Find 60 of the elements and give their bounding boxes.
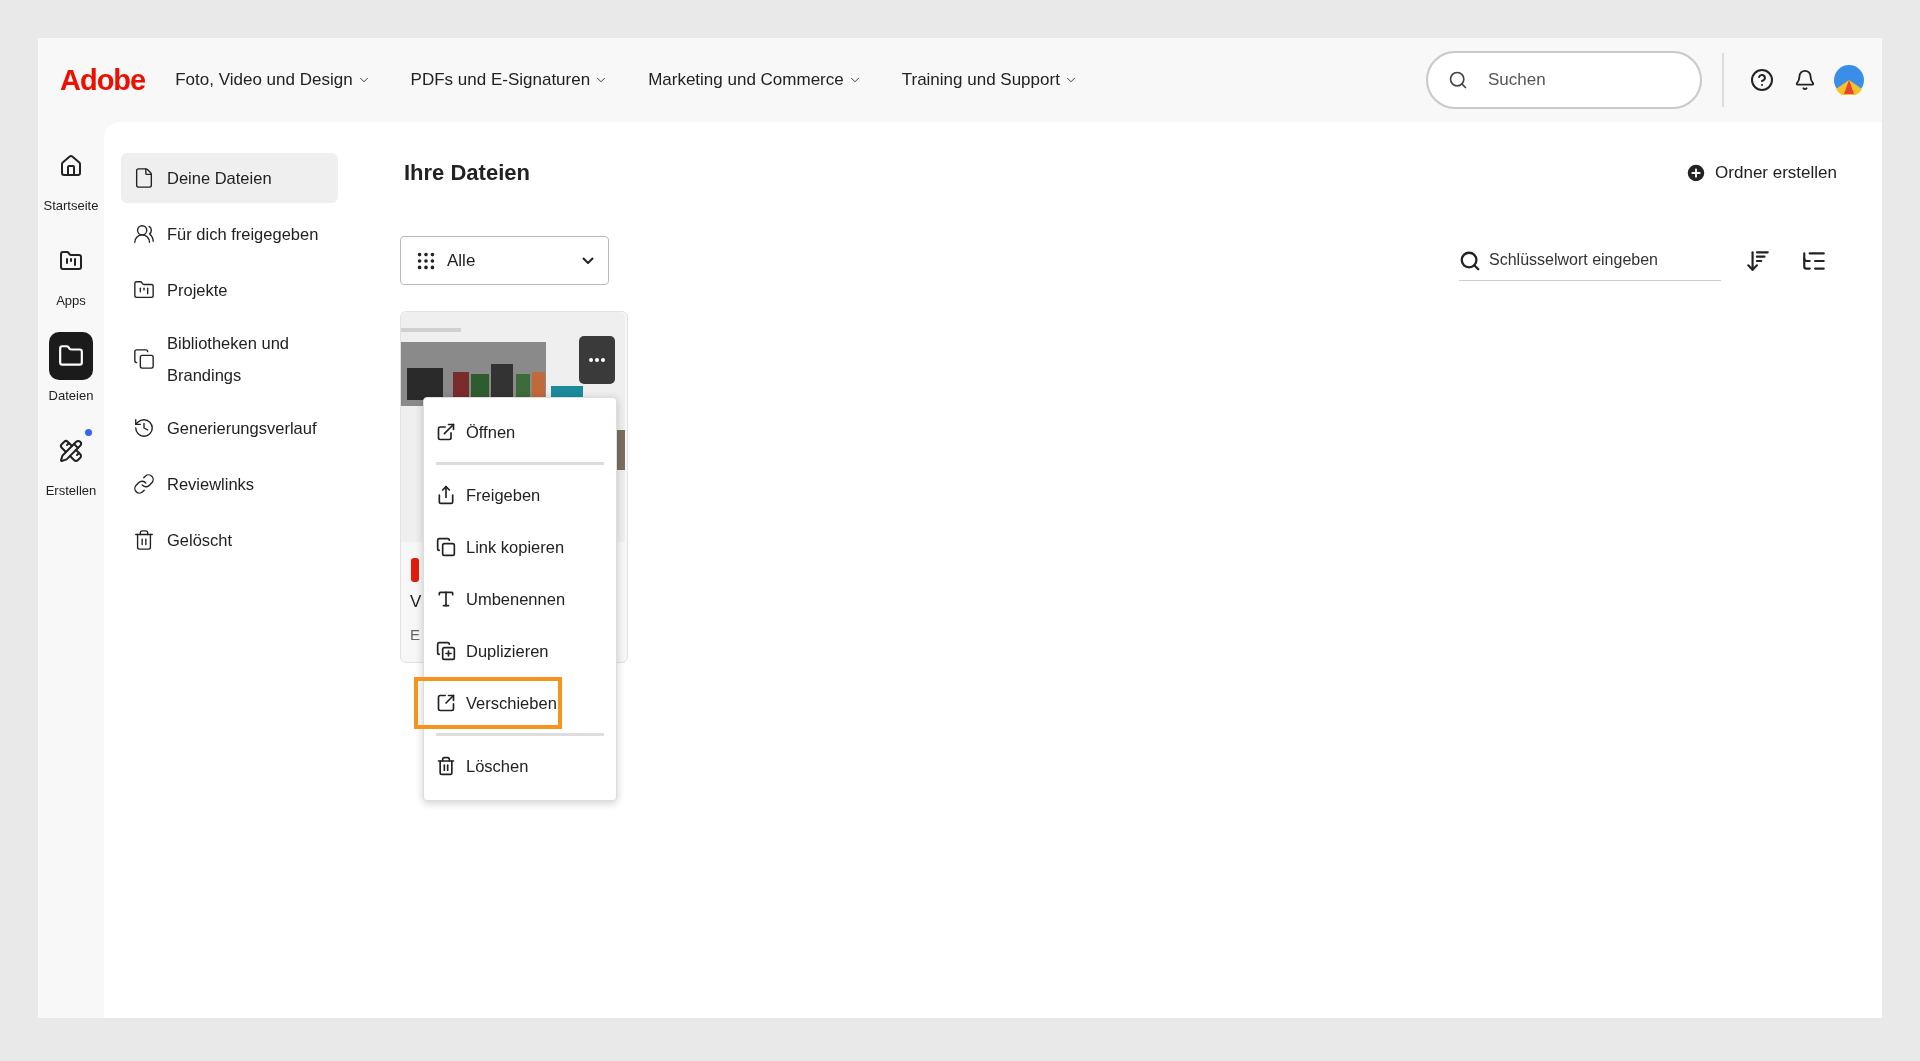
sidebar-label: Deine Dateien (167, 168, 273, 189)
file-icon (133, 167, 155, 189)
rail-item[interactable]: Erstellen (45, 427, 97, 498)
sidebar-item[interactable]: Bibliotheken und Brandings (121, 321, 338, 397)
history-icon (133, 417, 155, 439)
sidebar-item[interactable]: Deine Dateien (121, 153, 338, 203)
move-icon (436, 693, 456, 713)
search-field[interactable]: Suchen (1426, 51, 1702, 109)
sidebar-item[interactable]: Reviewlinks (121, 459, 338, 509)
adobe-logo[interactable]: Adobe (60, 63, 146, 97)
menu-item[interactable]: Verschieben (414, 677, 562, 729)
link-icon (133, 473, 155, 495)
sidebar-item[interactable]: Generierungsverlauf (121, 403, 338, 453)
page-title: Ihre Dateien (404, 160, 530, 186)
filter-dropdown[interactable]: Alle (400, 236, 609, 285)
share-icon (436, 485, 456, 505)
menu-item[interactable]: Löschen (424, 740, 616, 792)
sidebar-label: Generierungsverlauf (167, 418, 318, 439)
file-name: V (410, 592, 422, 612)
sidebar-label: Projekte (167, 280, 229, 301)
nav-menu[interactable]: PDFs und E-Signaturen (410, 70, 609, 90)
keyword-search-field[interactable]: Schlüsselwort eingeben (1459, 240, 1721, 281)
sidebar-label: Für dich freigegeben (167, 224, 320, 245)
people-icon (133, 223, 155, 245)
more-button[interactable] (579, 336, 615, 384)
ellipsis-icon (589, 358, 605, 362)
plus-icon (1685, 162, 1708, 184)
sidebar-label: Bibliotheken und Brandings (167, 333, 290, 386)
sidebar-label: Gelöscht (167, 530, 234, 551)
nav-menu[interactable]: Foto, Video und Design (175, 70, 371, 90)
create-folder-button[interactable]: Ordner erstellen (1685, 162, 1837, 184)
menu-item[interactable]: Umbenennen (424, 573, 616, 625)
file-type-badge (411, 558, 419, 582)
chevron-down-icon (582, 257, 594, 264)
search-icon (1459, 249, 1481, 272)
sidebar-item[interactable]: Gelöscht (121, 515, 338, 565)
open-icon (436, 422, 456, 442)
rail-item[interactable]: Startseite (43, 142, 99, 213)
text-icon (436, 589, 456, 609)
copy-icon (436, 537, 456, 557)
menu-item[interactable]: Freigeben (424, 469, 616, 521)
copy-icon (133, 348, 155, 370)
trash-icon (133, 529, 155, 551)
sidebar-item[interactable]: Für dich freigegeben (121, 209, 338, 259)
file-meta: E (410, 626, 420, 643)
folder-icon (49, 332, 93, 380)
menu-item[interactable]: Duplizieren (424, 625, 616, 677)
avatar[interactable] (1834, 65, 1864, 95)
search-icon (1448, 70, 1468, 90)
rail-item[interactable]: Dateien (48, 332, 94, 403)
trash-icon (436, 756, 456, 776)
rail-item[interactable]: Apps (49, 237, 93, 308)
project-icon (133, 279, 155, 301)
menu-item[interactable]: Öffnen (424, 406, 616, 458)
duplicate-icon (436, 641, 456, 661)
sidebar-label: Reviewlinks (167, 474, 256, 495)
nav-menu[interactable]: Training und Support (901, 70, 1078, 90)
sidebar-item[interactable]: Projekte (121, 265, 338, 315)
nav-menu[interactable]: Marketing und Commerce (648, 70, 862, 90)
menu-item[interactable]: Link kopieren (424, 521, 616, 573)
